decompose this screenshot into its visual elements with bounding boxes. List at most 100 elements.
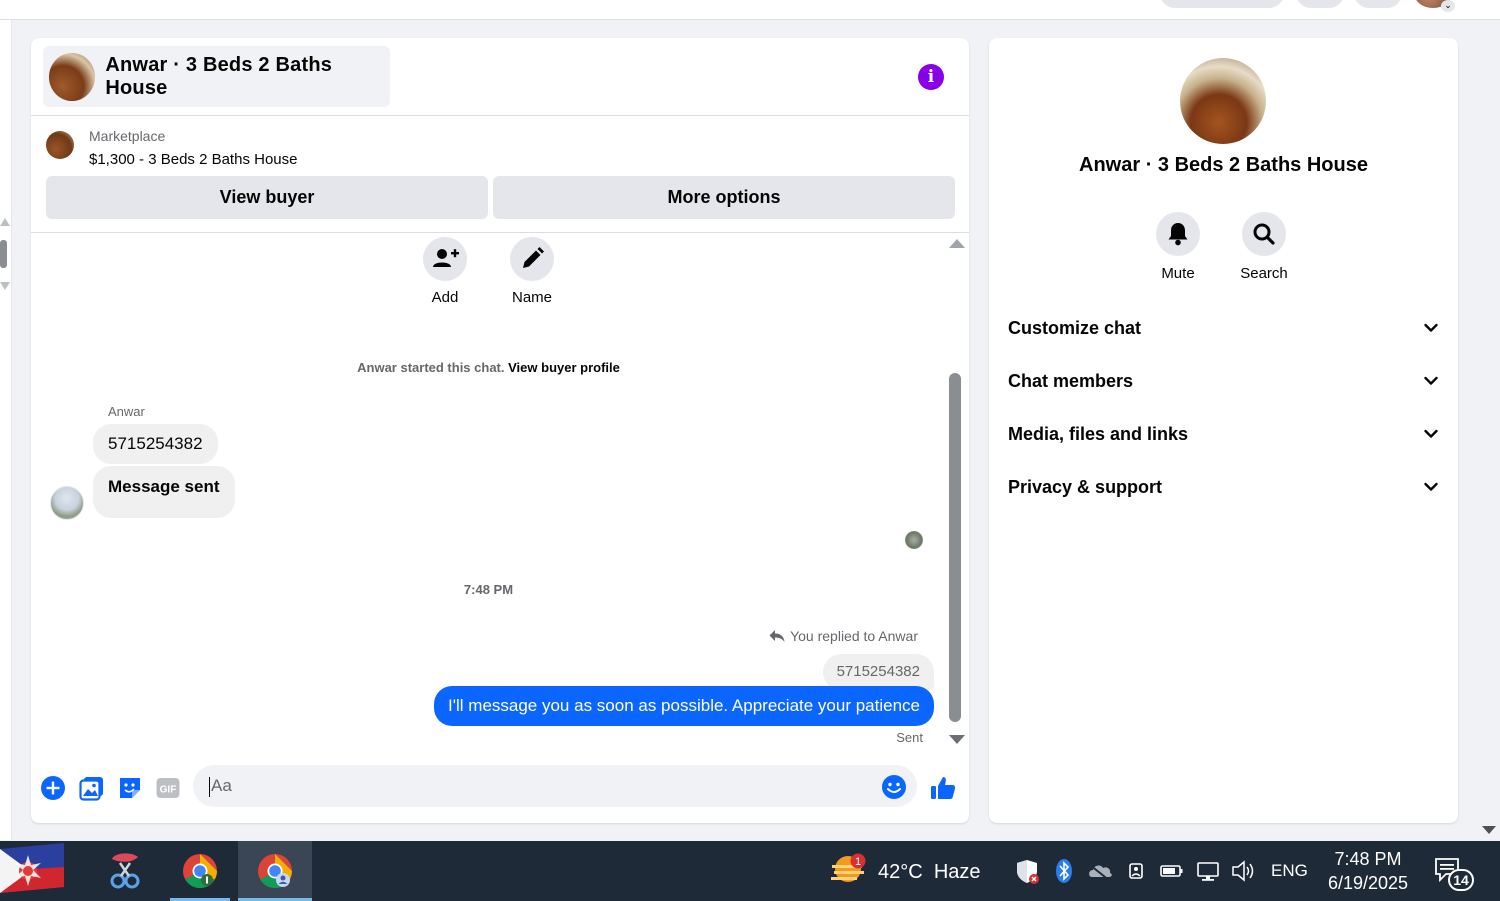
clock-date: 6/19/2025 [1327,873,1409,893]
notification-count: 14 [1448,869,1474,891]
weather-temperature: 42°C [878,861,923,883]
photo-icon[interactable] [79,775,105,801]
chat-panel: Anwar · 3 Beds 2 Baths House i Marketpla… [31,38,969,823]
chat-started-text: Anwar started this chat. [357,360,505,375]
meet-now-icon[interactable] [1126,841,1148,901]
more-options-button[interactable]: More options [493,176,955,219]
start-button[interactable] [0,841,64,901]
incoming-message-bubble[interactable]: Message sent [93,466,235,518]
bluetooth-icon[interactable] [1053,841,1075,901]
top-menu-button[interactable] [1296,0,1344,8]
listing-thumbnail[interactable] [46,131,74,159]
view-buyer-profile-link[interactable]: View buyer profile [508,360,620,375]
search-action[interactable]: Search [1229,212,1299,282]
section-title: Customize chat [1008,317,1142,338]
marketplace-listing-card: Marketplace $1,300 - 3 Beds 2 Baths Hous… [31,116,969,233]
top-navigation-bar: ⌄ [0,0,1500,20]
listing-category: Marketplace [89,128,166,144]
thumbs-up-icon[interactable] [929,774,956,800]
mute-label: Mute [1161,265,1195,282]
sender-name: Anwar [108,404,145,419]
system-clock[interactable]: 7:48 PM 6/19/2025 [1318,847,1418,895]
section-title: Media, files and links [1008,423,1189,444]
volume-icon[interactable] [1230,841,1258,901]
message-timestamp: 7:48 PM [463,582,514,597]
scrollbar-thumb[interactable] [0,240,7,268]
plus-icon[interactable] [40,775,66,801]
message-composer: GIF Aa [31,763,969,813]
scroll-up-arrow-icon[interactable] [0,218,10,226]
chat-header: Anwar · 3 Beds 2 Baths House i [31,38,969,116]
section-customize-chat[interactable]: Customize chat [1008,308,1439,348]
listing-avatar [49,52,96,101]
reply-indicator: You replied to Anwar [769,628,918,644]
weather-icon[interactable]: 1 [828,841,870,901]
incoming-message-bubble[interactable]: 5715254382 [93,424,218,464]
chat-started-notice: Anwar started this chat. View buyer prof… [31,360,946,375]
chevron-down-icon [1424,429,1438,438]
info-icon[interactable]: i [918,64,944,90]
reply-indicator-text: You replied to Anwar [790,628,918,644]
scroll-up-arrow-icon[interactable] [949,239,965,248]
message-scrollbar [946,234,966,754]
network-icon[interactable] [1195,841,1223,901]
battery-icon[interactable] [1158,841,1186,901]
add-person-action[interactable]: Add [410,237,480,306]
weather-summary[interactable]: 42°C Haze [878,861,981,884]
page-scroll-down-arrow-icon[interactable] [1482,826,1496,834]
emoji-icon[interactable] [881,774,907,800]
onedrive-icon[interactable] [1086,841,1114,901]
svg-text:GIF: GIF [160,785,177,796]
outgoing-message-bubble[interactable]: I'll message you as soon as possible. Ap… [434,686,934,726]
search-label: Search [1240,265,1288,282]
windows-taskbar: 1 42°C Haze ENG 7:48 PM 6/19/2025 14 [0,841,1500,901]
snipping-tool-icon[interactable] [100,841,150,901]
chevron-down-icon [1424,323,1438,332]
add-person-icon [423,237,467,281]
section-chat-members[interactable]: Chat members [1008,361,1439,401]
listing-price-title[interactable]: $1,300 - 3 Beds 2 Baths House [89,151,297,168]
bell-icon [1156,212,1200,256]
message-list: Add Name Anwar started this chat. View b… [31,234,969,754]
account-chevron-down-icon[interactable]: ⌄ [1441,0,1455,12]
chat-title: Anwar · 3 Beds 2 Baths House [105,53,333,99]
chrome-icon[interactable] [170,841,230,901]
chat-title-chip[interactable]: Anwar · 3 Beds 2 Baths House [43,46,390,107]
conversation-avatar[interactable] [1180,58,1266,144]
weather-badge-count: 1 [855,856,861,868]
message-input-placeholder: Aa [211,776,232,795]
notification-center-button[interactable]: 14 [1432,855,1474,891]
pencil-icon [510,237,554,281]
chrome-profile-icon[interactable] [238,841,312,901]
text-caret [209,776,210,797]
section-media-files-links[interactable]: Media, files and links [1008,414,1439,454]
top-search-pill[interactable] [1160,0,1284,8]
weather-condition: Haze [933,861,981,883]
name-label: Name [511,289,552,306]
security-shield-icon[interactable] [1014,841,1042,901]
scroll-down-arrow-icon[interactable] [949,735,965,744]
left-pane-scrollbar [0,20,12,840]
chat-info-panel: Anwar · 3 Beds 2 Baths House Mute Search… [989,38,1458,823]
view-buyer-button[interactable]: View buyer [46,176,488,219]
sticker-icon[interactable] [117,775,143,801]
message-status: Sent [896,730,923,745]
conversation-name: Anwar · 3 Beds 2 Baths House [1079,154,1368,176]
input-language[interactable]: ENG [1271,861,1308,881]
clock-time: 7:48 PM [1334,849,1402,869]
add-label: Add [431,289,459,306]
message-input[interactable]: Aa [193,765,917,807]
name-chat-action[interactable]: Name [497,237,567,306]
chevron-down-icon [1424,482,1438,491]
quoted-message[interactable]: 5715254382 [822,654,934,690]
sender-avatar[interactable] [50,486,84,520]
section-title: Privacy & support [1008,476,1163,497]
section-title: Chat members [1008,370,1134,391]
scrollbar-thumb[interactable] [949,373,961,722]
section-privacy-support[interactable]: Privacy & support [1008,467,1439,507]
gif-icon[interactable]: GIF [155,775,181,801]
scroll-down-arrow-icon[interactable] [0,282,10,290]
top-notifications-button[interactable] [1354,0,1402,8]
read-receipt-avatar [905,531,923,549]
mute-action[interactable]: Mute [1143,212,1213,282]
